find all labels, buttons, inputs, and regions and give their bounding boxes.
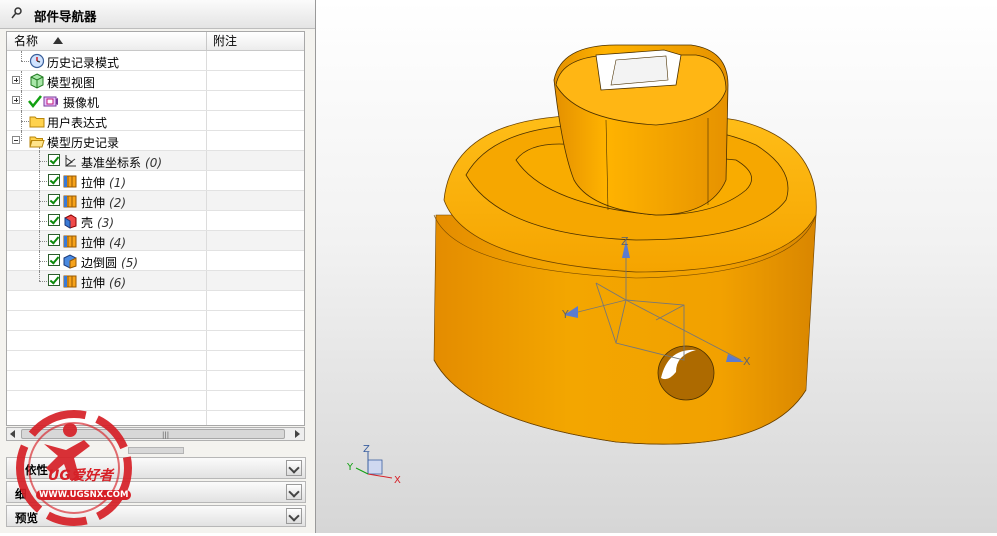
chevron-down-icon[interactable]: [286, 460, 302, 476]
triad-x-label: X: [394, 475, 401, 486]
feature-name: 壳: [81, 216, 94, 230]
feature-number: (1): [109, 176, 127, 190]
feature-number: (0): [145, 156, 163, 170]
extrude-icon: [63, 275, 77, 288]
tree-row-feature[interactable]: 拉伸 (1): [7, 171, 304, 191]
column-name-header[interactable]: 名称: [7, 32, 207, 50]
empty-row: [7, 311, 304, 331]
model-view-icon: [30, 73, 44, 89]
tree-row-feature[interactable]: 基准坐标系 (0): [7, 151, 304, 171]
tree-row-user-expressions[interactable]: 用户表达式: [7, 111, 304, 131]
scroll-right-icon[interactable]: [291, 428, 304, 440]
tree-row-history-mode[interactable]: 历史记录模式: [7, 51, 304, 71]
feature-name: 拉伸: [81, 196, 106, 210]
empty-row: [7, 371, 304, 391]
feature-checkbox[interactable]: [48, 154, 60, 166]
tree-row-feature[interactable]: 边倒圆 (5): [7, 251, 304, 271]
open-folder-icon: [29, 136, 45, 148]
feature-checkbox[interactable]: [48, 234, 60, 246]
edge-blend-icon: [63, 254, 77, 269]
collapse-icon[interactable]: [12, 136, 20, 144]
chevron-down-icon[interactable]: [286, 484, 302, 500]
tree-item-label: 模型视图: [47, 76, 96, 90]
feature-name: 拉伸: [81, 176, 106, 190]
feature-number: (6): [109, 276, 127, 290]
tree-row-model-history[interactable]: 模型历史记录: [7, 131, 304, 151]
watermark-url: WWW.UGSNX.COM: [36, 490, 132, 500]
feature-checkbox[interactable]: [48, 214, 60, 226]
tree-row-feature[interactable]: 拉伸 (2): [7, 191, 304, 211]
empty-row: [7, 351, 304, 371]
triad-y-label: Y: [346, 462, 354, 473]
extrude-icon: [63, 195, 77, 208]
feature-name: 拉伸: [81, 276, 106, 290]
tree-row-cameras[interactable]: 摄像机: [7, 91, 304, 111]
csys-x-label: X: [743, 355, 751, 368]
feature-checkbox[interactable]: [48, 174, 60, 186]
tree-row-model-views[interactable]: 模型视图: [7, 71, 304, 91]
feature-name: 边倒圆: [81, 256, 118, 270]
folder-icon: [29, 116, 45, 128]
view-triad-icon: [355, 452, 393, 479]
clock-icon: [29, 53, 45, 69]
part-navigator-panel: 部件导航器 名称 附注 历史记录模式 模型视图 摄像机 用户表达式 模型历史记录…: [0, 0, 316, 533]
feature-number: (2): [109, 196, 127, 210]
tree-row-feature[interactable]: 壳 (3): [7, 211, 304, 231]
graphics-viewport[interactable]: Z X Y Z X Y: [316, 0, 997, 533]
expand-icon[interactable]: [12, 76, 20, 84]
empty-row: [7, 331, 304, 351]
empty-row: [7, 291, 304, 311]
column-header: 名称 附注: [7, 32, 304, 51]
feature-number: (5): [121, 256, 139, 270]
navigator-title: 部件导航器: [34, 9, 97, 24]
tree-item-label: 用户表达式: [47, 116, 108, 130]
column-note-header[interactable]: 附注: [207, 32, 304, 50]
tree-item-label: 摄像机: [63, 96, 100, 110]
tree-row-feature[interactable]: 拉伸 (4): [7, 231, 304, 251]
chevron-down-icon[interactable]: [286, 508, 302, 524]
shell-icon: [64, 214, 77, 229]
csys-z-label: Z: [621, 235, 629, 248]
triad-z-label: Z: [363, 444, 370, 455]
navigator-tree[interactable]: 名称 附注 历史记录模式 模型视图 摄像机 用户表达式 模型历史记录 基准坐标系…: [6, 31, 305, 426]
feature-checkbox[interactable]: [48, 254, 60, 266]
watermark-brand: UG爱好者: [48, 468, 113, 484]
feature-number: (4): [109, 236, 127, 250]
model-canvas[interactable]: Z X Y Z X Y: [316, 0, 997, 533]
feature-checkbox[interactable]: [48, 194, 60, 206]
tree-row-feature[interactable]: 拉伸 (6): [7, 271, 304, 291]
tree-item-label: 历史记录模式: [47, 56, 120, 70]
extrude-icon: [63, 235, 77, 248]
pin-icon[interactable]: [10, 6, 24, 20]
tree-item-label: 模型历史记录: [47, 136, 120, 150]
feature-name: 拉伸: [81, 236, 106, 250]
feature-name: 基准坐标系: [81, 156, 142, 170]
check-mark-icon: [28, 95, 42, 109]
sort-ascending-icon: [53, 37, 63, 44]
camera-icon: [43, 96, 58, 107]
expand-icon[interactable]: [12, 96, 20, 104]
csys-y-label: Y: [561, 308, 569, 321]
extrude-icon: [63, 175, 77, 188]
feature-number: (3): [97, 216, 115, 230]
navigator-header: 部件导航器: [0, 0, 315, 29]
datum-csys-icon: [65, 155, 76, 167]
feature-checkbox[interactable]: [48, 274, 60, 286]
